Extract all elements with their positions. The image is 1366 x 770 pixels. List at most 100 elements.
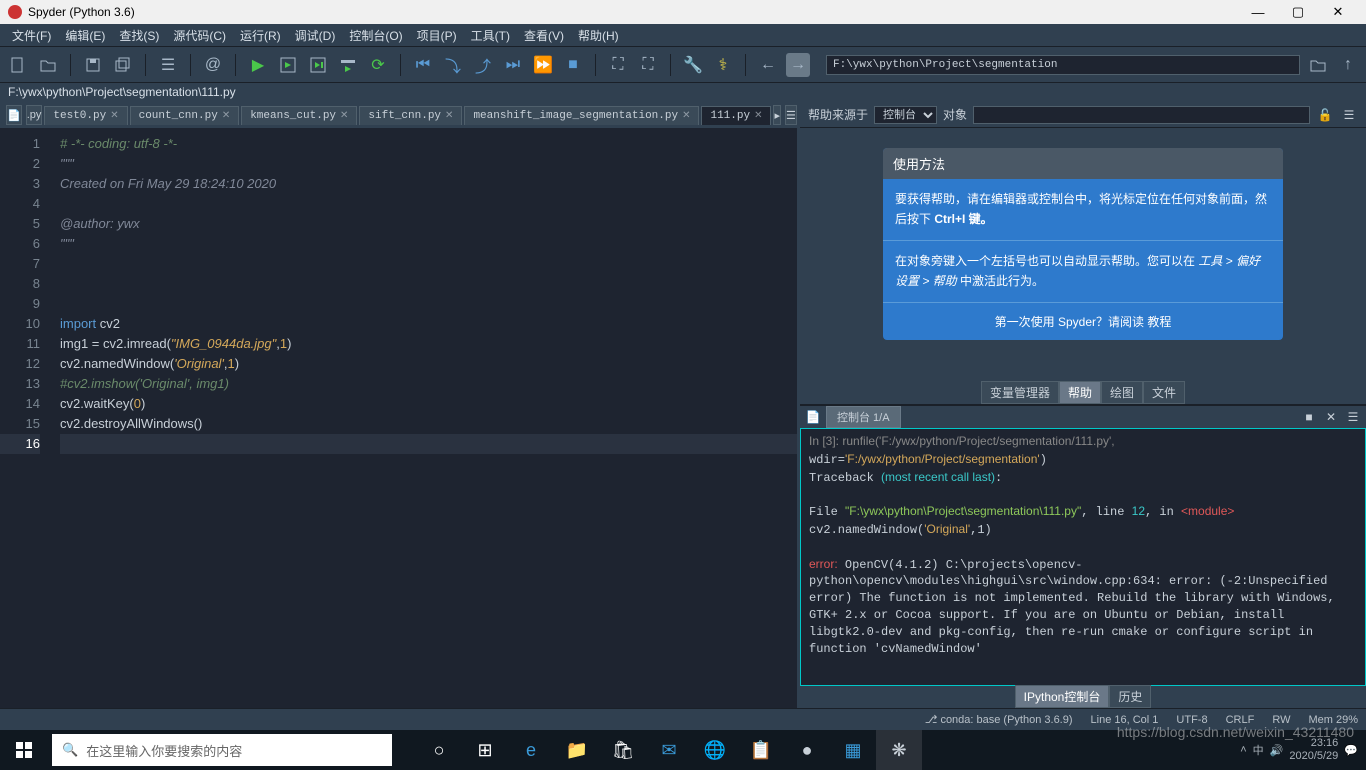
subtab-绘图[interactable]: 绘图 xyxy=(1101,381,1143,404)
menu-项目(P)[interactable]: 项目(P) xyxy=(411,25,463,46)
menu-帮助(H)[interactable]: 帮助(H) xyxy=(572,25,625,46)
close-button[interactable]: ✕ xyxy=(1318,4,1358,20)
debug-stop-icon[interactable]: ■ xyxy=(561,53,585,77)
store-icon[interactable]: 🛍 xyxy=(600,730,646,770)
run-icon[interactable]: ▶ xyxy=(246,53,270,77)
search-placeholder: 在这里输入你要搜索的内容 xyxy=(86,741,242,760)
clock[interactable]: 23:16 2020/5/29 xyxy=(1289,737,1338,763)
at-icon[interactable]: @ xyxy=(201,53,225,77)
preferences-icon[interactable]: 🔧 xyxy=(681,53,705,77)
console-bottom-tabs: IPython控制台历史 xyxy=(800,686,1366,708)
tab-count_cnn.py[interactable]: count_cnn.py ✕ xyxy=(130,106,240,125)
save-icon[interactable] xyxy=(81,53,105,77)
open-file-icon[interactable] xyxy=(36,53,60,77)
edge-icon[interactable]: e xyxy=(508,730,554,770)
explorer-icon[interactable]: 📁 xyxy=(554,730,600,770)
menu-源代码(C)[interactable]: 源代码(C) xyxy=(167,25,232,46)
help-source-select[interactable]: 控制台 xyxy=(874,106,937,124)
file-browser-icon[interactable]: 📄 xyxy=(6,105,22,125)
console-output[interactable]: In [3]: runfile('F:/ywx/python/Project/s… xyxy=(800,428,1366,686)
menu-查找(S)[interactable]: 查找(S) xyxy=(113,25,165,46)
run-cell-icon[interactable] xyxy=(276,53,300,77)
toolbar: ☰ @ ▶ ⟳ ⏮ ⤵ ⤴ ⏭ ⏩ ■ ⛶ ⛶ 🔧 ⚕ ← → ↑ xyxy=(0,46,1366,82)
subtab-文件[interactable]: 文件 xyxy=(1143,381,1185,404)
close-tab-icon[interactable]: ✕ xyxy=(445,110,453,121)
help-object-label: 对象 xyxy=(943,106,967,123)
rerun-icon[interactable]: ⟳ xyxy=(366,53,390,77)
tab-test0.py[interactable]: test0.py ✕ xyxy=(44,106,127,125)
forward-icon[interactable]: → xyxy=(786,53,810,77)
chrome-icon[interactable]: ● xyxy=(784,730,830,770)
help-object-input[interactable] xyxy=(973,106,1310,124)
lock-icon[interactable]: 🔓 xyxy=(1316,108,1334,122)
menu-编辑(E)[interactable]: 编辑(E) xyxy=(59,25,111,46)
tab-scroll-icon[interactable]: ▸ xyxy=(773,105,781,125)
debug-over-icon[interactable]: ⤴ xyxy=(471,53,495,77)
new-file-icon[interactable] xyxy=(6,53,30,77)
tab-options-icon[interactable]: ☰ xyxy=(785,105,797,125)
close-tab-icon[interactable]: ✕ xyxy=(340,110,348,121)
run-cell-advance-icon[interactable] xyxy=(306,53,330,77)
debug-out-icon[interactable]: ⏭ xyxy=(501,53,525,77)
help-tutorial-link[interactable]: 第一次使用 Spyder？请阅读 教程 xyxy=(883,303,1283,340)
menu-查看(V)[interactable]: 查看(V) xyxy=(518,25,570,46)
status-interpreter[interactable]: ⎇ conda: base (Python 3.6.9) xyxy=(925,713,1073,726)
window-title: Spyder (Python 3.6) xyxy=(28,5,135,19)
back-icon[interactable]: ← xyxy=(756,53,780,77)
browse-dir-icon[interactable] xyxy=(1306,53,1330,77)
taskview-icon[interactable]: ⊞ xyxy=(462,730,508,770)
debug-continue-icon[interactable]: ⏩ xyxy=(531,53,555,77)
app-icon-3[interactable]: ▦ xyxy=(830,730,876,770)
python-path-icon[interactable]: ⚕ xyxy=(711,53,735,77)
working-dir-input[interactable] xyxy=(826,55,1300,75)
subtab-帮助[interactable]: 帮助 xyxy=(1059,381,1101,404)
tray-ime-icon[interactable]: 中 xyxy=(1253,742,1264,758)
file-type-icon[interactable]: .py xyxy=(26,105,43,125)
minimize-button[interactable]: — xyxy=(1238,5,1278,20)
fullscreen-icon[interactable]: ⛶ xyxy=(636,53,660,77)
tab-111.py[interactable]: 111.py ✕ xyxy=(701,106,771,125)
tray-volume-icon[interactable]: 🔊 xyxy=(1270,744,1284,757)
system-tray[interactable]: ˄ 中 🔊 23:16 2020/5/29 💬 xyxy=(1232,737,1366,763)
menu-运行(R)[interactable]: 运行(R) xyxy=(234,25,287,46)
maximize-button[interactable]: ▢ xyxy=(1278,4,1318,20)
run-selection-icon[interactable] xyxy=(336,53,360,77)
close-tab-icon[interactable]: ✕ xyxy=(110,110,118,121)
list-icon[interactable]: ☰ xyxy=(156,53,180,77)
cortana-icon[interactable]: ○ xyxy=(416,730,462,770)
menu-工具(T)[interactable]: 工具(T) xyxy=(465,25,516,46)
help-box-title: 使用方法 xyxy=(883,148,1283,179)
maximize-pane-icon[interactable]: ⛶ xyxy=(606,53,630,77)
bottomtab-历史[interactable]: 历史 xyxy=(1109,685,1151,708)
tray-chevron-icon[interactable]: ˄ xyxy=(1240,744,1246,756)
close-tab-icon[interactable]: ✕ xyxy=(222,110,230,121)
debug-step-icon[interactable]: ⏮ xyxy=(411,53,435,77)
taskbar-search[interactable]: 🔍 在这里输入你要搜索的内容 xyxy=(52,734,392,766)
console-stop-icon[interactable]: ■ xyxy=(1300,408,1318,426)
console-close-icon[interactable]: ✕ xyxy=(1322,408,1340,426)
menu-文件(F)[interactable]: 文件(F) xyxy=(6,25,57,46)
mail-icon[interactable]: ✉ xyxy=(646,730,692,770)
app-icon-2[interactable]: 📋 xyxy=(738,730,784,770)
code-editor[interactable]: 12345678910111213141516 # -*- coding: ut… xyxy=(0,128,797,708)
close-tab-icon[interactable]: ✕ xyxy=(682,110,690,121)
console-tab[interactable]: 控制台 1/A xyxy=(826,406,901,428)
notifications-icon[interactable]: 💬 xyxy=(1344,744,1358,757)
start-button[interactable] xyxy=(0,730,48,770)
save-all-icon[interactable] xyxy=(111,53,135,77)
bottomtab-IPython控制台[interactable]: IPython控制台 xyxy=(1015,685,1110,708)
app-icon-1[interactable]: 🌐 xyxy=(692,730,738,770)
help-options-icon[interactable]: ☰ xyxy=(1340,108,1358,122)
debug-into-icon[interactable]: ⤵ xyxy=(441,53,465,77)
tab-sift_cnn.py[interactable]: sift_cnn.py ✕ xyxy=(359,106,462,125)
close-tab-icon[interactable]: ✕ xyxy=(754,110,762,121)
tab-meanshift_image_segmentation.py[interactable]: meanshift_image_segmentation.py ✕ xyxy=(464,106,699,125)
console-options-icon[interactable]: ☰ xyxy=(1344,408,1362,426)
spyder-taskbar-icon[interactable]: ❋ xyxy=(876,730,922,770)
menu-调试(D)[interactable]: 调试(D) xyxy=(289,25,342,46)
tab-kmeans_cut.py[interactable]: kmeans_cut.py ✕ xyxy=(241,106,357,125)
menu-控制台(O)[interactable]: 控制台(O) xyxy=(343,25,408,46)
console-file-icon[interactable]: 📄 xyxy=(804,408,822,426)
parent-dir-icon[interactable]: ↑ xyxy=(1336,53,1360,77)
subtab-变量管理器[interactable]: 变量管理器 xyxy=(981,381,1059,404)
